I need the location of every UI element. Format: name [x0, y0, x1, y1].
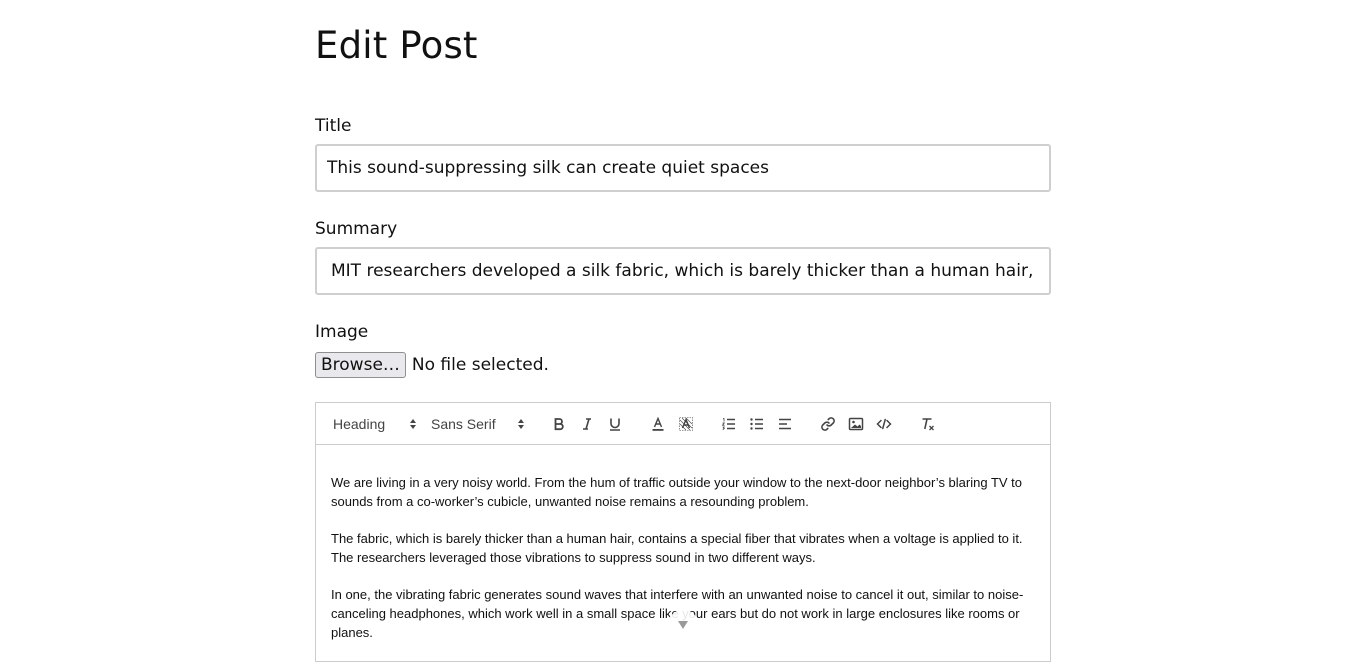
text-color-icon [652, 416, 664, 431]
chevron-down-icon [678, 621, 688, 629]
italic-button[interactable] [577, 414, 597, 434]
text-color-button[interactable] [648, 414, 668, 434]
ordered-list-icon [721, 418, 735, 430]
bold-button[interactable] [549, 414, 569, 434]
title-label: Title [315, 116, 352, 136]
link-icon [821, 417, 835, 431]
select-arrows-icon [518, 419, 524, 429]
code-icon [876, 418, 892, 430]
image-file-input[interactable]: Browse… No file selected. [315, 352, 549, 378]
summary-input[interactable] [315, 247, 1051, 295]
editor-paragraph: The fabric, which is barely thicker than… [331, 531, 1023, 565]
code-button[interactable] [874, 414, 894, 434]
file-status-text: No file selected. [411, 355, 549, 375]
header-select[interactable]: Heading [333, 414, 417, 434]
underline-button[interactable] [605, 414, 625, 434]
underline-icon [610, 418, 620, 431]
align-left-icon [779, 418, 791, 430]
font-select[interactable]: Sans Serif [431, 414, 525, 434]
image-label: Image [315, 322, 369, 342]
clear-format-icon [922, 418, 934, 431]
scroll-down-button[interactable] [667, 610, 699, 642]
image-button[interactable] [846, 414, 866, 434]
summary-label: Summary [315, 219, 398, 239]
page-title: Edit Post [315, 24, 478, 67]
font-select-value: Sans Serif [431, 416, 496, 432]
highlight-icon [679, 417, 693, 431]
editor-paragraph: We are living in a very noisy world. Fro… [331, 475, 1023, 509]
ordered-list-button[interactable] [719, 414, 739, 434]
title-input[interactable] [315, 144, 1051, 192]
italic-icon [583, 418, 591, 430]
image-icon [848, 417, 864, 431]
bullet-list-icon [750, 418, 763, 430]
highlight-button[interactable] [676, 414, 696, 434]
align-button[interactable] [775, 414, 795, 434]
link-button[interactable] [818, 414, 838, 434]
bullet-list-button[interactable] [747, 414, 767, 434]
editor-toolbar: Heading Sans Serif [316, 403, 1050, 445]
browse-button[interactable]: Browse… [315, 352, 406, 378]
select-arrows-icon [410, 419, 416, 429]
bold-icon [554, 418, 564, 431]
header-select-value: Heading [333, 416, 386, 432]
clear-format-button[interactable] [918, 414, 938, 434]
